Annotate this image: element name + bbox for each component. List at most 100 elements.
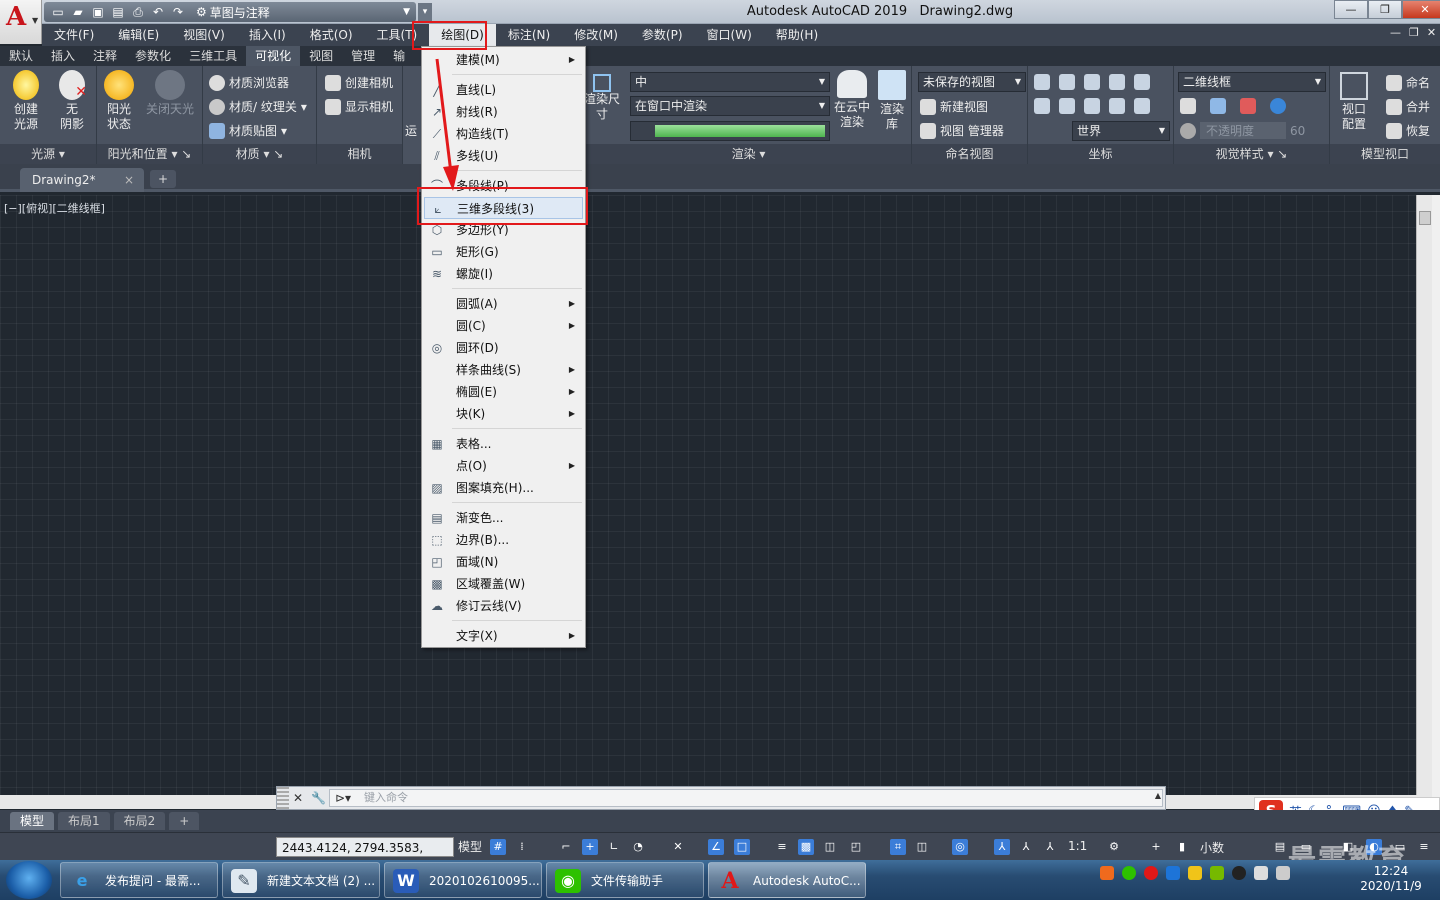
panel-title-materials[interactable]: 材质 ▾ ↘	[203, 144, 316, 164]
render-quality-select[interactable]: 中 ▼	[630, 72, 830, 92]
layout-tab-1[interactable]: 布局1	[58, 812, 110, 830]
transparency-icon[interactable]: ▩	[798, 839, 814, 855]
menu-item-11[interactable]: 帮助(H)	[764, 24, 830, 46]
annotation-scale-icon[interactable]: ⅄	[1042, 839, 1058, 855]
units-icon[interactable]: ▮	[1174, 839, 1190, 855]
monitor-icon[interactable]	[1254, 866, 1268, 880]
draw-menu-item-23[interactable]: ☁ 修订云线(V)	[424, 595, 583, 617]
draw-menu-item-18[interactable]: ▨ 图案填充(H)...	[424, 477, 583, 499]
selection-filter-icon[interactable]: ◫	[914, 839, 930, 855]
panel-title-visual-styles[interactable]: 视觉样式 ▾ ↘	[1174, 144, 1329, 164]
selection-cycling-icon[interactable]: ◫	[822, 839, 838, 855]
save-as-icon[interactable]: ▤	[110, 4, 126, 20]
restore-viewports-button[interactable]: 恢复	[1386, 122, 1430, 139]
ucs-icon[interactable]	[1059, 98, 1075, 114]
draw-menu-item-9[interactable]: ≋ 螺旋(I)	[424, 263, 583, 285]
add-layout-button[interactable]: +	[169, 812, 200, 830]
view-manager-button[interactable]: 视图 管理器	[920, 122, 1004, 139]
draw-menu-item-8[interactable]: ▭ 矩形(G)	[424, 241, 583, 263]
panel-title-named-views[interactable]: 命名视图	[912, 144, 1027, 164]
draw-menu-item-15[interactable]: 块(K) ▶	[424, 403, 583, 425]
material-texture-button[interactable]: 材质/ 纹理关 ▾	[209, 98, 307, 115]
ucs-icon[interactable]	[1109, 74, 1125, 90]
customize-icon[interactable]: ≡	[1416, 839, 1432, 855]
ribbon-tab-8[interactable]: 输	[384, 46, 414, 66]
object-snap-tracking-icon[interactable]: ∠	[708, 839, 724, 855]
drawing-canvas[interactable]	[0, 195, 1416, 795]
cube-icon[interactable]	[1210, 98, 1226, 114]
menu-item-4[interactable]: 格式(O)	[298, 24, 365, 46]
menu-item-3[interactable]: 插入(I)	[237, 24, 298, 46]
network-icon[interactable]	[1188, 866, 1202, 880]
plus-icon[interactable]: +	[1148, 839, 1164, 855]
create-light-button[interactable]: 创建 光源	[6, 70, 46, 132]
dynamic-input-icon[interactable]: +	[582, 839, 598, 855]
ribbon-tab-3[interactable]: 参数化	[126, 46, 180, 66]
render-gallery-button[interactable]: 渲染 库	[874, 70, 910, 132]
object-snap-icon[interactable]: □	[734, 839, 750, 855]
ribbon-tab-1[interactable]: 插入	[42, 46, 84, 66]
draw-menu-item-20[interactable]: ⬚ 边界(B)...	[424, 529, 583, 551]
named-view-select[interactable]: 未保存的视图 ▼	[918, 72, 1026, 92]
menu-item-8[interactable]: 修改(M)	[562, 24, 630, 46]
join-viewports-button[interactable]: 合并	[1386, 98, 1430, 115]
sun-status-button[interactable]: 阳光 状态	[99, 70, 139, 132]
ucs-icon[interactable]	[1059, 74, 1075, 90]
draw-menu-item-13[interactable]: 样条曲线(S) ▶	[424, 359, 583, 381]
application-menu-button[interactable]: A ▼	[0, 0, 42, 44]
create-camera-button[interactable]: 创建相机	[325, 74, 393, 91]
draw-menu-item-19[interactable]: ▤ 渐变色...	[424, 507, 583, 529]
sphere-icon[interactable]	[1270, 98, 1286, 114]
scrollbar-thumb[interactable]	[1419, 211, 1431, 225]
close-button[interactable]: ✕	[1402, 0, 1440, 19]
taskbar-item-autocad[interactable]: A Autodesk AutoC...	[708, 862, 866, 898]
3d-osnap-icon[interactable]: ◰	[848, 839, 864, 855]
render-target-select[interactable]: 在窗口中渲染 ▼	[630, 96, 830, 116]
dynamic-ucs-icon[interactable]: ⌗	[890, 839, 906, 855]
grid-icon[interactable]: #	[490, 839, 506, 855]
ribbon-tab-5[interactable]: 可视化	[246, 46, 301, 66]
drag-handle[interactable]	[277, 787, 289, 809]
netease-tray-icon[interactable]	[1144, 866, 1158, 880]
quick-properties-icon[interactable]: ▤	[1272, 839, 1288, 855]
menu-item-1[interactable]: 编辑(E)	[106, 24, 171, 46]
draw-menu-item-10[interactable]: 圆弧(A) ▶	[424, 293, 583, 315]
layout-tab-2[interactable]: 布局2	[113, 812, 166, 830]
named-viewports-button[interactable]: 命名	[1386, 74, 1430, 91]
render-size-button[interactable]: 渲染尺寸	[584, 74, 620, 122]
gizmo-icon[interactable]: ◎	[952, 839, 968, 855]
doc-restore-icon[interactable]: ❐	[1409, 26, 1419, 39]
annotation-scale-value[interactable]: 1:1	[1068, 839, 1087, 853]
command-prompt-icon[interactable]: ⊳▾	[335, 791, 351, 805]
ribbon-tab-4[interactable]: 三维工具	[180, 46, 246, 66]
auto-scale-icon[interactable]: ⅄	[1018, 839, 1034, 855]
ribbon-tab-0[interactable]: 默认	[0, 46, 42, 66]
nvidia-icon[interactable]	[1210, 866, 1224, 880]
wrench-icon[interactable]: 🔧	[311, 791, 326, 805]
ucs-icon[interactable]	[1084, 74, 1100, 90]
opacity-control[interactable]: 不透明度 60	[1180, 122, 1305, 139]
ucs-select[interactable]: 世界 ▼	[1072, 121, 1170, 141]
print-icon[interactable]: ⎙	[130, 4, 146, 20]
open-folder-icon[interactable]: ▰	[70, 4, 86, 20]
model-space-toggle[interactable]: 模型	[458, 837, 482, 857]
undo-icon[interactable]: ↶	[150, 4, 166, 20]
annotation-visibility-icon[interactable]: ⅄	[994, 839, 1010, 855]
ucs-icon[interactable]	[1034, 98, 1050, 114]
menu-item-0[interactable]: 文件(F)	[42, 24, 106, 46]
doc-minimize-icon[interactable]: —	[1390, 26, 1401, 39]
ucs-icon[interactable]	[1084, 98, 1100, 114]
panel-title-camera[interactable]: 相机	[317, 144, 402, 164]
ribbon-tab-6[interactable]: 视图	[300, 46, 342, 66]
command-input[interactable]: 键入命令	[329, 789, 1163, 807]
menu-item-10[interactable]: 窗口(W)	[695, 24, 764, 46]
maximize-button[interactable]: ❐	[1368, 0, 1402, 19]
start-button[interactable]	[6, 861, 52, 899]
taskbar-item-notepad[interactable]: ✎ 新建文本文档 (2) ...	[222, 862, 380, 898]
layout-tab-0[interactable]: 模型	[10, 812, 55, 830]
sky-off-button[interactable]: 关闭天光	[141, 70, 199, 117]
material-mapping-button[interactable]: 材质贴图 ▾	[209, 122, 287, 139]
coordinate-readout[interactable]: 2443.4124, 2794.3583, 0.0000	[276, 837, 454, 875]
save-icon[interactable]: ▣	[90, 4, 106, 20]
isodraft-icon[interactable]: ✕	[670, 839, 686, 855]
